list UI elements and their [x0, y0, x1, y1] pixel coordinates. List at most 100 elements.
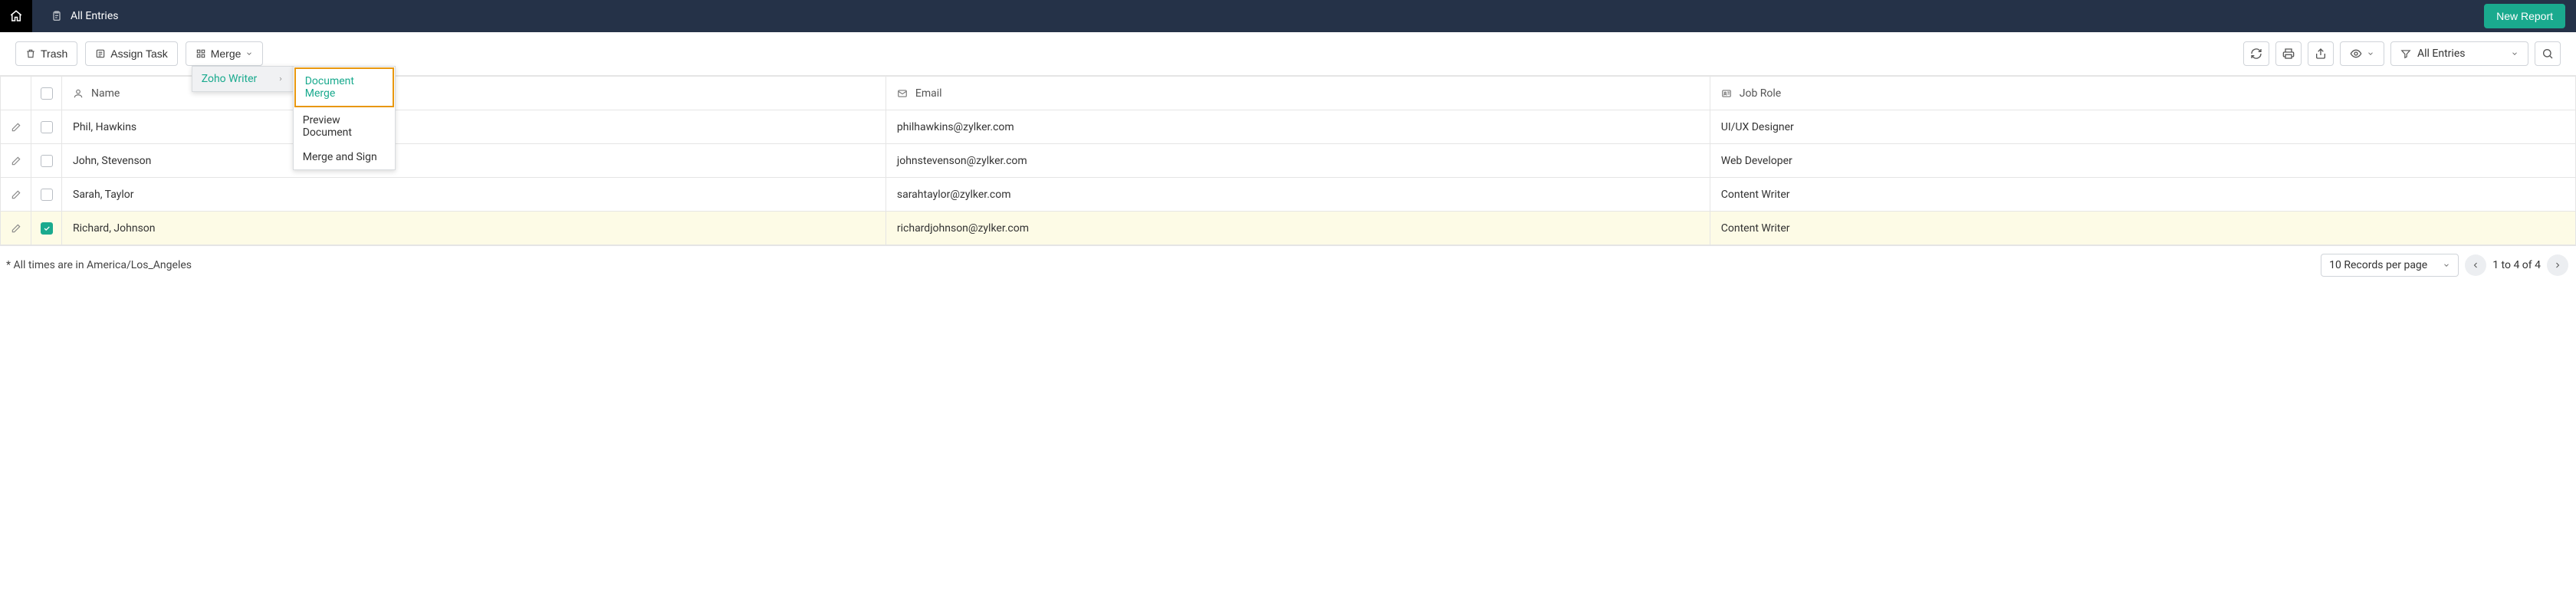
timezone-note: * All times are in America/Los_Angeles: [6, 259, 192, 271]
merge-submenu-l1: Zoho Writer: [192, 66, 294, 92]
all-entries-label: All Entries: [71, 10, 118, 22]
pagination: 10 Records per page 1 to 4 of 4: [2321, 254, 2568, 277]
table-footer: * All times are in America/Los_Angeles 1…: [0, 245, 2576, 284]
pencil-icon[interactable]: [11, 122, 21, 133]
row-checkbox[interactable]: [41, 155, 53, 167]
email-cell: richardjohnson@zylker.com: [886, 212, 1710, 245]
share-button[interactable]: [2308, 41, 2334, 66]
zoho-writer-label: Zoho Writer: [202, 73, 258, 85]
zoho-writer-item[interactable]: Zoho Writer: [192, 67, 293, 91]
preview-document-item[interactable]: Preview Document: [294, 108, 395, 145]
prev-page-button[interactable]: [2465, 254, 2486, 276]
row-checkbox[interactable]: [41, 121, 53, 133]
preview-document-label: Preview Document: [303, 114, 352, 139]
chevron-right-icon: [2553, 261, 2562, 270]
visibility-button[interactable]: [2340, 41, 2384, 66]
jobrole-value: Content Writer: [1721, 189, 1790, 201]
assign-task-button[interactable]: Assign Task: [85, 41, 177, 66]
merge-and-sign-item[interactable]: Merge and Sign: [294, 145, 395, 169]
chevron-down-icon: [2367, 50, 2374, 57]
pencil-icon[interactable]: [11, 223, 21, 234]
name-value: Phil, Hawkins: [73, 121, 136, 133]
name-cell: Richard, Johnson: [62, 212, 886, 245]
pencil-icon[interactable]: [11, 156, 21, 166]
name-value: Richard, Johnson: [73, 222, 156, 235]
clipboard-icon: [51, 10, 63, 22]
column-name-label: Name: [91, 87, 120, 100]
header-name[interactable]: Name: [62, 77, 886, 110]
email-cell: johnstevenson@zylker.com: [886, 144, 1710, 178]
row-checkbox[interactable]: [41, 222, 53, 235]
jobrole-value: Content Writer: [1721, 222, 1790, 235]
app-header: All Entries New Report: [0, 0, 2576, 32]
search-button[interactable]: [2535, 41, 2561, 66]
merge-dropdown-wrapper: Merge Zoho Writer Document Merge Preview…: [186, 41, 264, 66]
all-entries-link[interactable]: All Entries: [32, 10, 136, 22]
checkbox-cell: [31, 144, 62, 178]
select-all-checkbox[interactable]: [41, 87, 53, 100]
email-value: sarahtaylor@zylker.com: [897, 189, 1011, 201]
name-cell: Sarah, Taylor: [62, 178, 886, 212]
merge-submenu-l2: Document Merge Preview Document Merge an…: [293, 66, 396, 170]
email-cell: sarahtaylor@zylker.com: [886, 178, 1710, 212]
print-button[interactable]: [2275, 41, 2302, 66]
home-button[interactable]: [0, 0, 32, 32]
records-per-page-label: 10 Records per page: [2329, 259, 2427, 271]
filter-label: All Entries: [2417, 48, 2465, 60]
edit-cell: [1, 144, 31, 178]
person-icon: [73, 88, 84, 99]
checkbox-cell: [31, 212, 62, 245]
trash-icon: [25, 48, 36, 59]
name-value: Sarah, Taylor: [73, 189, 134, 201]
document-merge-label: Document Merge: [305, 75, 354, 100]
merge-button[interactable]: Merge: [186, 41, 264, 66]
email-cell: philhawkins@zylker.com: [886, 110, 1710, 144]
new-report-label: New Report: [2496, 10, 2553, 22]
pencil-icon[interactable]: [11, 189, 21, 200]
edit-cell: [1, 178, 31, 212]
refresh-button[interactable]: [2243, 41, 2269, 66]
records-per-page-select[interactable]: 10 Records per page: [2321, 254, 2459, 277]
table-row: Richard, Johnson richardjohnson@zylker.c…: [1, 212, 2576, 245]
printer-icon: [2282, 48, 2295, 60]
assign-task-label: Assign Task: [110, 48, 167, 60]
chevron-down-icon: [2511, 50, 2518, 57]
name-value: John, Stevenson: [73, 155, 151, 167]
share-icon: [2315, 48, 2327, 60]
jobrole-cell: Web Developer: [1710, 144, 2575, 178]
toolbar-right: All Entries: [2243, 41, 2561, 66]
name-cell: Phil, Hawkins: [62, 110, 886, 144]
column-jobrole-label: Job Role: [1740, 87, 1781, 100]
toolbar: Trash Assign Task Merge Zoho Writer: [0, 32, 2576, 76]
header-edit: [1, 77, 31, 110]
jobrole-cell: Content Writer: [1710, 212, 2575, 245]
column-email-label: Email: [915, 87, 942, 100]
email-value: johnstevenson@zylker.com: [897, 155, 1027, 167]
document-merge-item[interactable]: Document Merge: [294, 67, 394, 107]
eye-icon: [2350, 48, 2362, 60]
new-report-button[interactable]: New Report: [2484, 4, 2565, 28]
table-row: Sarah, Taylor sarahtaylor@zylker.com Con…: [1, 178, 2576, 212]
header-email[interactable]: Email: [886, 77, 1710, 110]
checkbox-cell: [31, 178, 62, 212]
merge-icon: [196, 48, 206, 59]
chevron-down-icon: [245, 50, 253, 57]
jobrole-cell: Content Writer: [1710, 178, 2575, 212]
header-checkbox-cell: [31, 77, 62, 110]
envelope-icon: [897, 88, 908, 99]
search-icon: [2542, 48, 2554, 60]
next-page-button[interactable]: [2547, 254, 2568, 276]
task-list-icon: [95, 48, 106, 59]
page-info: 1 to 4 of 4: [2492, 259, 2541, 271]
jobrole-cell: UI/UX Designer: [1710, 110, 2575, 144]
merge-label: Merge: [211, 48, 242, 60]
row-checkbox[interactable]: [41, 189, 53, 201]
checkbox-cell: [31, 110, 62, 144]
jobrole-value: Web Developer: [1721, 155, 1792, 167]
trash-button[interactable]: Trash: [15, 41, 77, 66]
chevron-down-icon: [2443, 261, 2450, 269]
home-icon: [9, 9, 23, 23]
filter-dropdown[interactable]: All Entries: [2390, 41, 2528, 66]
header-jobrole[interactable]: Job Role: [1710, 77, 2575, 110]
trash-label: Trash: [41, 48, 67, 60]
